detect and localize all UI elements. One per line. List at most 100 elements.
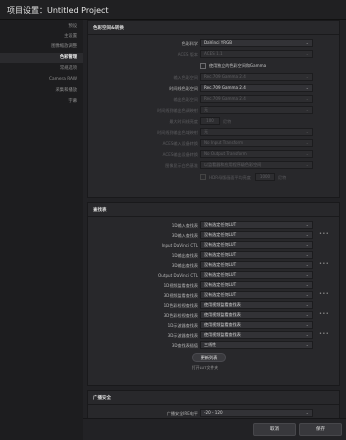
chevron-down-icon: ⌄	[305, 162, 309, 167]
chevron-down-icon: ⌄	[305, 342, 309, 347]
lut-3d-output-select[interactable]: 没有选定任何LUT ⌄	[200, 261, 313, 269]
lut-row-label: 1D色彩检视查找表	[163, 303, 198, 308]
cancel-button[interactable]: 取消	[253, 423, 296, 436]
lut-3d-viewer-select[interactable]: 使用视频监看查找表 ⌄	[200, 311, 313, 319]
timeline-space-select[interactable]: Rec.709 Gamma 2.4 ⌄	[200, 84, 313, 92]
chevron-down-icon: ⌄	[305, 242, 309, 247]
hdr-mastering-unit: 尼特	[278, 175, 287, 180]
lut-row-label: 1D视频监看查找表	[163, 283, 198, 288]
lut-row-label: 3D视频监看查找表	[163, 293, 198, 298]
sidebar-item-general-options[interactable]: 常规选项	[60, 64, 77, 74]
lut-1d-monitor-select[interactable]: 没有选定任何LUT ⌄	[200, 281, 313, 289]
more-icon[interactable]: •••	[319, 311, 329, 317]
chevron-down-icon: ⌄	[305, 272, 309, 277]
aces-input-label: ACES输入设备转换	[162, 141, 198, 146]
aces-version-label: ACES 版本	[177, 52, 198, 57]
broadcast-ire-label: 广播安全IRE电平	[166, 411, 198, 416]
lut-row-label: 3D查找表插值	[171, 343, 198, 348]
graphics-white-label: 图像显示白色基准	[165, 163, 198, 168]
chevron-down-icon: ⌄	[305, 107, 309, 112]
sidebar-item-subtitles[interactable]: 字幕	[68, 97, 77, 107]
chevron-down-icon: ⌄	[305, 129, 309, 134]
chevron-down-icon: ⌄	[305, 302, 309, 307]
output-space-label: 输出色彩空间	[173, 97, 198, 102]
more-icon[interactable]: •••	[319, 231, 329, 237]
sidebar-item-capture-playback[interactable]: 采集和播放	[56, 86, 77, 96]
max-brightness-unit: 尼特	[223, 119, 232, 124]
lut-row-label: 1D输入查找表	[171, 223, 198, 228]
gamut-mapping-label: 时间线到输出色域映射	[157, 130, 198, 135]
chevron-down-icon: ⌄	[305, 252, 309, 257]
save-button[interactable]: 保存	[299, 423, 342, 436]
graphics-white-select[interactable]: 以监看器和应用程序级色彩空间 ⌄	[200, 161, 313, 169]
max-brightness-input[interactable]: 100	[200, 117, 220, 125]
window-title: 项目设置：Untitled Project	[7, 6, 109, 15]
lut-row-label: 3D输出查找表	[171, 263, 198, 268]
tone-mapping-select[interactable]: 无 ⌄	[200, 106, 313, 114]
dialog-footer: 取消 保存	[83, 418, 346, 440]
input-space-select[interactable]: Rec.709 Gamma 2.4 ⌄	[200, 73, 313, 81]
broadcast-ire-select[interactable]: -20 - 120 ⌄	[200, 409, 313, 417]
lut-1d-output-select[interactable]: 没有选定任何LUT ⌄	[200, 251, 313, 259]
chevron-down-icon: ⌄	[305, 51, 309, 56]
separate-gamma-label: 使用独立的色彩空间和Gamma	[209, 63, 267, 68]
chevron-down-icon: ⌄	[305, 85, 309, 90]
separate-gamma-checkbox[interactable]	[200, 63, 206, 69]
color-science-select[interactable]: DaVinci YRGB ⌄	[200, 39, 313, 47]
aces-output-label: ACES输出设备转换	[162, 152, 198, 157]
sidebar-item-master[interactable]: 主设置	[64, 32, 77, 42]
aces-version-select[interactable]: ACES 1.1 ⌄	[200, 50, 313, 58]
lut-interpolation-select[interactable]: 三线性 ⌄	[200, 341, 313, 349]
divider	[88, 404, 339, 405]
sidebar-item-image-scaling[interactable]: 图像缩放调整	[51, 42, 77, 52]
color-science-label: 色彩科学	[181, 41, 198, 46]
chevron-down-icon: ⌄	[305, 232, 309, 237]
more-icon[interactable]: •••	[319, 331, 329, 337]
lut-1d-viewer-select[interactable]: 使用视频监看查找表 ⌄	[200, 301, 313, 309]
sidebar-item-camera-raw[interactable]: Camera RAW	[49, 75, 77, 85]
chevron-down-icon: ⌄	[305, 40, 309, 45]
gamut-mapping-select[interactable]: 无 ⌄	[200, 128, 313, 136]
chevron-down-icon: ⌄	[305, 292, 309, 297]
lut-row-label: 3D示波器查找表	[167, 333, 198, 338]
hdr-mastering-checkbox[interactable]	[200, 174, 206, 180]
divider	[88, 216, 339, 217]
settings-main: 色彩空间&转换 色彩科学 DaVinci YRGB ⌄ ACES 版本 ACES …	[83, 20, 346, 440]
sidebar-item-color-management[interactable]: 色彩管理	[0, 53, 83, 63]
aces-output-select[interactable]: No Output Transform ⌄	[200, 150, 313, 158]
chevron-down-icon: ⌄	[305, 222, 309, 227]
lut-row-label: Input DaVinci CTL	[161, 243, 198, 248]
output-davinci-ctl-select[interactable]: 没有选定任何LUT ⌄	[200, 271, 313, 279]
chevron-down-icon: ⌄	[305, 151, 309, 156]
timeline-space-label: 时间线色彩空间	[169, 86, 198, 91]
chevron-down-icon: ⌄	[305, 410, 309, 415]
lut-row-label: 3D色彩检视查找表	[163, 313, 198, 318]
lut-1d-input-select[interactable]: 没有选定任何LUT ⌄	[200, 221, 313, 229]
open-lut-folder-link[interactable]: 打开LUT文件夹	[192, 365, 218, 371]
lut-1d-scope-select[interactable]: 使用视频监看查找表 ⌄	[200, 321, 313, 329]
divider	[88, 34, 339, 35]
chevron-down-icon: ⌄	[305, 262, 309, 267]
aces-input-select[interactable]: No Input Transform ⌄	[200, 139, 313, 147]
input-davinci-ctl-select[interactable]: 没有选定任何LUT ⌄	[200, 241, 313, 249]
lut-3d-scope-select[interactable]: 使用视频监看查找表 ⌄	[200, 331, 313, 339]
output-space-select[interactable]: Rec.709 Gamma 2.4 ⌄	[200, 95, 313, 103]
lut-3d-input-select[interactable]: 没有选定任何LUT ⌄	[200, 231, 313, 239]
hdr-mastering-input[interactable]: 1000	[255, 173, 275, 181]
title-bar: 项目设置：Untitled Project	[0, 0, 346, 20]
hdr-mastering-label: HDR母版画面平均亮度	[209, 175, 251, 180]
lut-row-label: 1D输出查找表	[171, 253, 198, 258]
lut-row-label: Output DaVinci CTL	[158, 273, 198, 278]
section-title: 色彩空间&转换	[93, 26, 124, 31]
chevron-down-icon: ⌄	[305, 332, 309, 337]
chevron-down-icon: ⌄	[305, 74, 309, 79]
more-icon[interactable]: •••	[319, 261, 329, 267]
lut-3d-monitor-select[interactable]: 没有选定任何LUT ⌄	[200, 291, 313, 299]
lut-row-label: 3D输入查找表	[171, 233, 198, 238]
section-title: 查找表	[93, 208, 107, 213]
more-icon[interactable]: •••	[319, 291, 329, 297]
sidebar: 预设 主设置 图像缩放调整 色彩管理 常规选项 Camera RAW 采集和播放…	[0, 20, 83, 440]
update-lists-button[interactable]: 更新列表	[192, 353, 226, 362]
sidebar-item-presets[interactable]: 预设	[68, 22, 77, 32]
chevron-down-icon: ⌄	[305, 322, 309, 327]
